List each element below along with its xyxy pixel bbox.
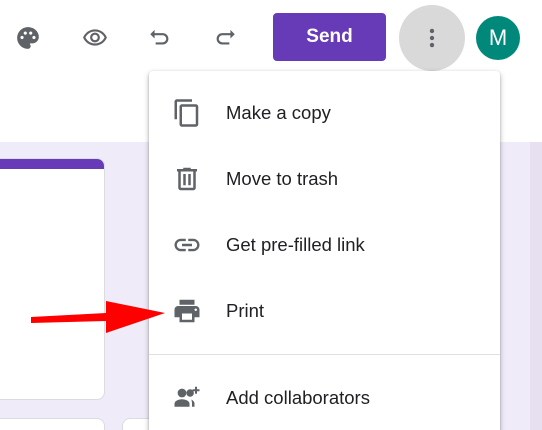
menu-item-label: Make a copy xyxy=(226,102,331,123)
forms-editor: Send M Make a copy Move to trash Get pre… xyxy=(0,0,542,430)
undo-icon[interactable] xyxy=(140,18,180,58)
menu-item-get-prefilled-link[interactable]: Get pre-filled link xyxy=(149,217,500,273)
menu-item-add-collaborators[interactable]: Add collaborators xyxy=(149,370,500,426)
more-vert-icon xyxy=(429,28,435,48)
menu-item-label: Add collaborators xyxy=(226,387,370,408)
annotation-arrow-icon xyxy=(31,301,165,333)
eye-icon[interactable] xyxy=(75,18,115,58)
menu-item-print[interactable]: Print xyxy=(149,283,500,339)
link-icon xyxy=(171,229,203,261)
more-options-menu: Make a copy Move to trash Get pre-filled… xyxy=(149,71,500,430)
menu-item-label: Print xyxy=(226,300,265,321)
menu-item-move-to-trash[interactable]: Move to trash xyxy=(149,151,500,207)
top-toolbar: Send M xyxy=(0,0,542,78)
menu-divider xyxy=(149,354,500,355)
question-card[interactable] xyxy=(0,418,105,430)
add-people-icon xyxy=(171,382,203,414)
palette-icon[interactable] xyxy=(8,18,48,58)
menu-item-label: Get pre-filled link xyxy=(226,234,365,255)
copy-icon xyxy=(171,97,203,129)
redo-icon[interactable] xyxy=(205,18,245,58)
avatar[interactable]: M xyxy=(476,16,520,60)
more-options-button[interactable] xyxy=(399,5,465,71)
trash-icon xyxy=(171,163,203,195)
menu-item-label: Move to trash xyxy=(226,168,339,189)
scroll-track xyxy=(530,142,542,430)
form-accent-bar xyxy=(0,159,104,169)
send-button[interactable]: Send xyxy=(273,13,386,61)
form-header-card[interactable] xyxy=(0,158,105,400)
menu-item-make-copy[interactable]: Make a copy xyxy=(149,85,500,141)
